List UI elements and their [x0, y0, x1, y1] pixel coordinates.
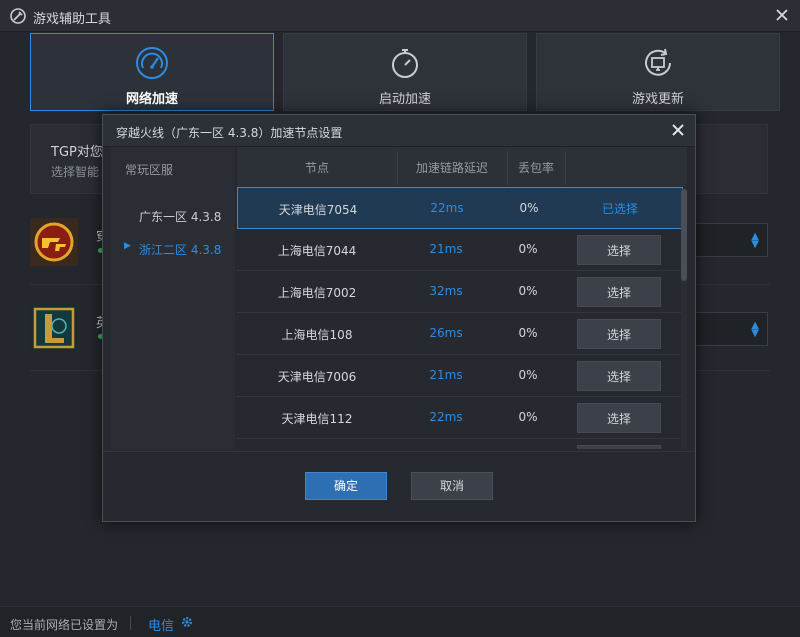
- region-item[interactable]: 广东一区 4.3.8: [111, 208, 235, 225]
- selected-label: 已选择: [601, 202, 638, 216]
- table-row[interactable]: 上海电信108 26ms 0% 选择: [237, 313, 683, 355]
- node-latency: 22ms: [429, 410, 463, 424]
- select-node-button[interactable]: 选择: [577, 403, 661, 433]
- lol-logo-icon: [30, 304, 78, 352]
- close-icon[interactable]: [671, 123, 685, 137]
- select-node-button[interactable]: [577, 445, 661, 449]
- title-bar: 游戏辅助工具: [0, 0, 800, 32]
- node-name: 上海电信7002: [277, 286, 357, 300]
- tab-network-accel[interactable]: 网络加速: [30, 33, 274, 111]
- node-table-header: 节点 加速链路延迟 丢包率: [237, 147, 687, 187]
- column-header-node: 节点: [304, 161, 329, 175]
- gear-icon[interactable]: [180, 615, 194, 629]
- node-loss: 0%: [518, 242, 538, 256]
- table-row[interactable]: 天津电信7006 21ms 0% 选择: [237, 355, 683, 397]
- crossfire-logo-icon: [30, 218, 78, 266]
- column-header-loss: 丢包率: [517, 161, 554, 175]
- monitor-refresh-icon: [645, 48, 671, 76]
- node-loss: 0%: [518, 326, 538, 340]
- tab-bar: 网络加速 启动加速 游戏更新: [30, 33, 780, 111]
- region-label: 浙江二区 4.3.8: [139, 243, 222, 257]
- region-list-header: 常玩区服: [125, 163, 174, 177]
- close-icon[interactable]: [774, 7, 790, 23]
- node-latency: 21ms: [429, 368, 463, 382]
- node-loss: 0%: [518, 368, 538, 382]
- network-status-text: 您当前网络已设置为: [10, 618, 119, 632]
- region-list: 常玩区服 广东一区 4.3.8 ▶ 浙江二区 4.3.8: [111, 147, 235, 449]
- game-node-select[interactable]: ▲ ▼: [690, 223, 768, 257]
- speedometer-icon: [136, 47, 168, 79]
- node-settings-dialog: 穿越火线（广东一区 4.3.8）加速节点设置 常玩区服 广东一区 4.3.8 ▶…: [102, 114, 696, 522]
- column-header-latency: 加速链路延迟: [415, 161, 488, 175]
- node-name: 上海电信7044: [277, 244, 357, 258]
- region-item-active[interactable]: ▶ 浙江二区 4.3.8: [111, 241, 235, 258]
- table-row[interactable]: 天津电信112 22ms 0% 选择: [237, 397, 683, 439]
- node-latency: 26ms: [429, 326, 463, 340]
- tab-label: 游戏更新: [631, 92, 684, 107]
- node-latency: 21ms: [429, 242, 463, 256]
- node-latency: 32ms: [429, 284, 463, 298]
- divider: [130, 616, 131, 630]
- region-label: 广东一区 4.3.8: [139, 210, 222, 224]
- node-name: 天津电信112: [281, 412, 353, 426]
- select-node-button[interactable]: 选择: [577, 235, 661, 265]
- column-divider: [565, 151, 566, 185]
- updown-arrow-icon: ▲ ▼: [751, 320, 759, 339]
- scrollbar[interactable]: [681, 189, 687, 449]
- node-loss: 0%: [518, 410, 538, 424]
- info-line-2: 选择智能: [51, 165, 100, 179]
- node-name: 天津电信7054: [278, 203, 358, 217]
- select-node-button[interactable]: 选择: [577, 277, 661, 307]
- window-title: 游戏辅助工具: [33, 12, 112, 27]
- status-footer: 您当前网络已设置为 电信: [0, 606, 800, 637]
- table-row[interactable]: [237, 439, 683, 449]
- table-row[interactable]: 上海电信7002 32ms 0% 选择: [237, 271, 683, 313]
- dialog-title-bar: 穿越火线（广东一区 4.3.8）加速节点设置: [103, 115, 695, 147]
- stopwatch-icon: [392, 49, 418, 78]
- cancel-button[interactable]: 取消: [411, 472, 493, 500]
- caret-right-icon: ▶: [124, 241, 131, 251]
- dialog-footer: 确定 取消: [103, 451, 695, 521]
- node-table: 节点 加速链路延迟 丢包率 天津电信7054 22ms 0% 已选择 上海电信7…: [237, 147, 687, 449]
- confirm-button[interactable]: 确定: [305, 472, 387, 500]
- game-node-select[interactable]: ▲ ▼: [690, 312, 768, 346]
- tab-label: 网络加速: [125, 92, 178, 107]
- node-name: 天津电信7006: [277, 370, 357, 384]
- node-latency: 22ms: [430, 201, 464, 215]
- node-loss: 0%: [518, 284, 538, 298]
- dialog-title: 穿越火线（广东一区 4.3.8）加速节点设置: [116, 126, 343, 140]
- tab-label: 启动加速: [378, 92, 431, 107]
- select-node-button[interactable]: 选择: [577, 319, 661, 349]
- scrollbar-thumb[interactable]: [681, 189, 687, 281]
- table-row[interactable]: 天津电信7054 22ms 0% 已选择: [237, 187, 683, 229]
- select-node-button[interactable]: 选择: [577, 361, 661, 391]
- updown-arrow-icon: ▲ ▼: [751, 231, 759, 250]
- node-name: 上海电信108: [281, 328, 353, 342]
- table-row[interactable]: 上海电信7044 21ms 0% 选择: [237, 229, 683, 271]
- network-type-link[interactable]: 电信: [148, 615, 174, 634]
- tools-icon: [10, 8, 26, 24]
- info-line-1: TGP对您: [51, 145, 103, 160]
- tab-launch-accel[interactable]: 启动加速: [283, 33, 527, 111]
- node-loss: 0%: [519, 201, 539, 215]
- tab-game-update[interactable]: 游戏更新: [536, 33, 780, 111]
